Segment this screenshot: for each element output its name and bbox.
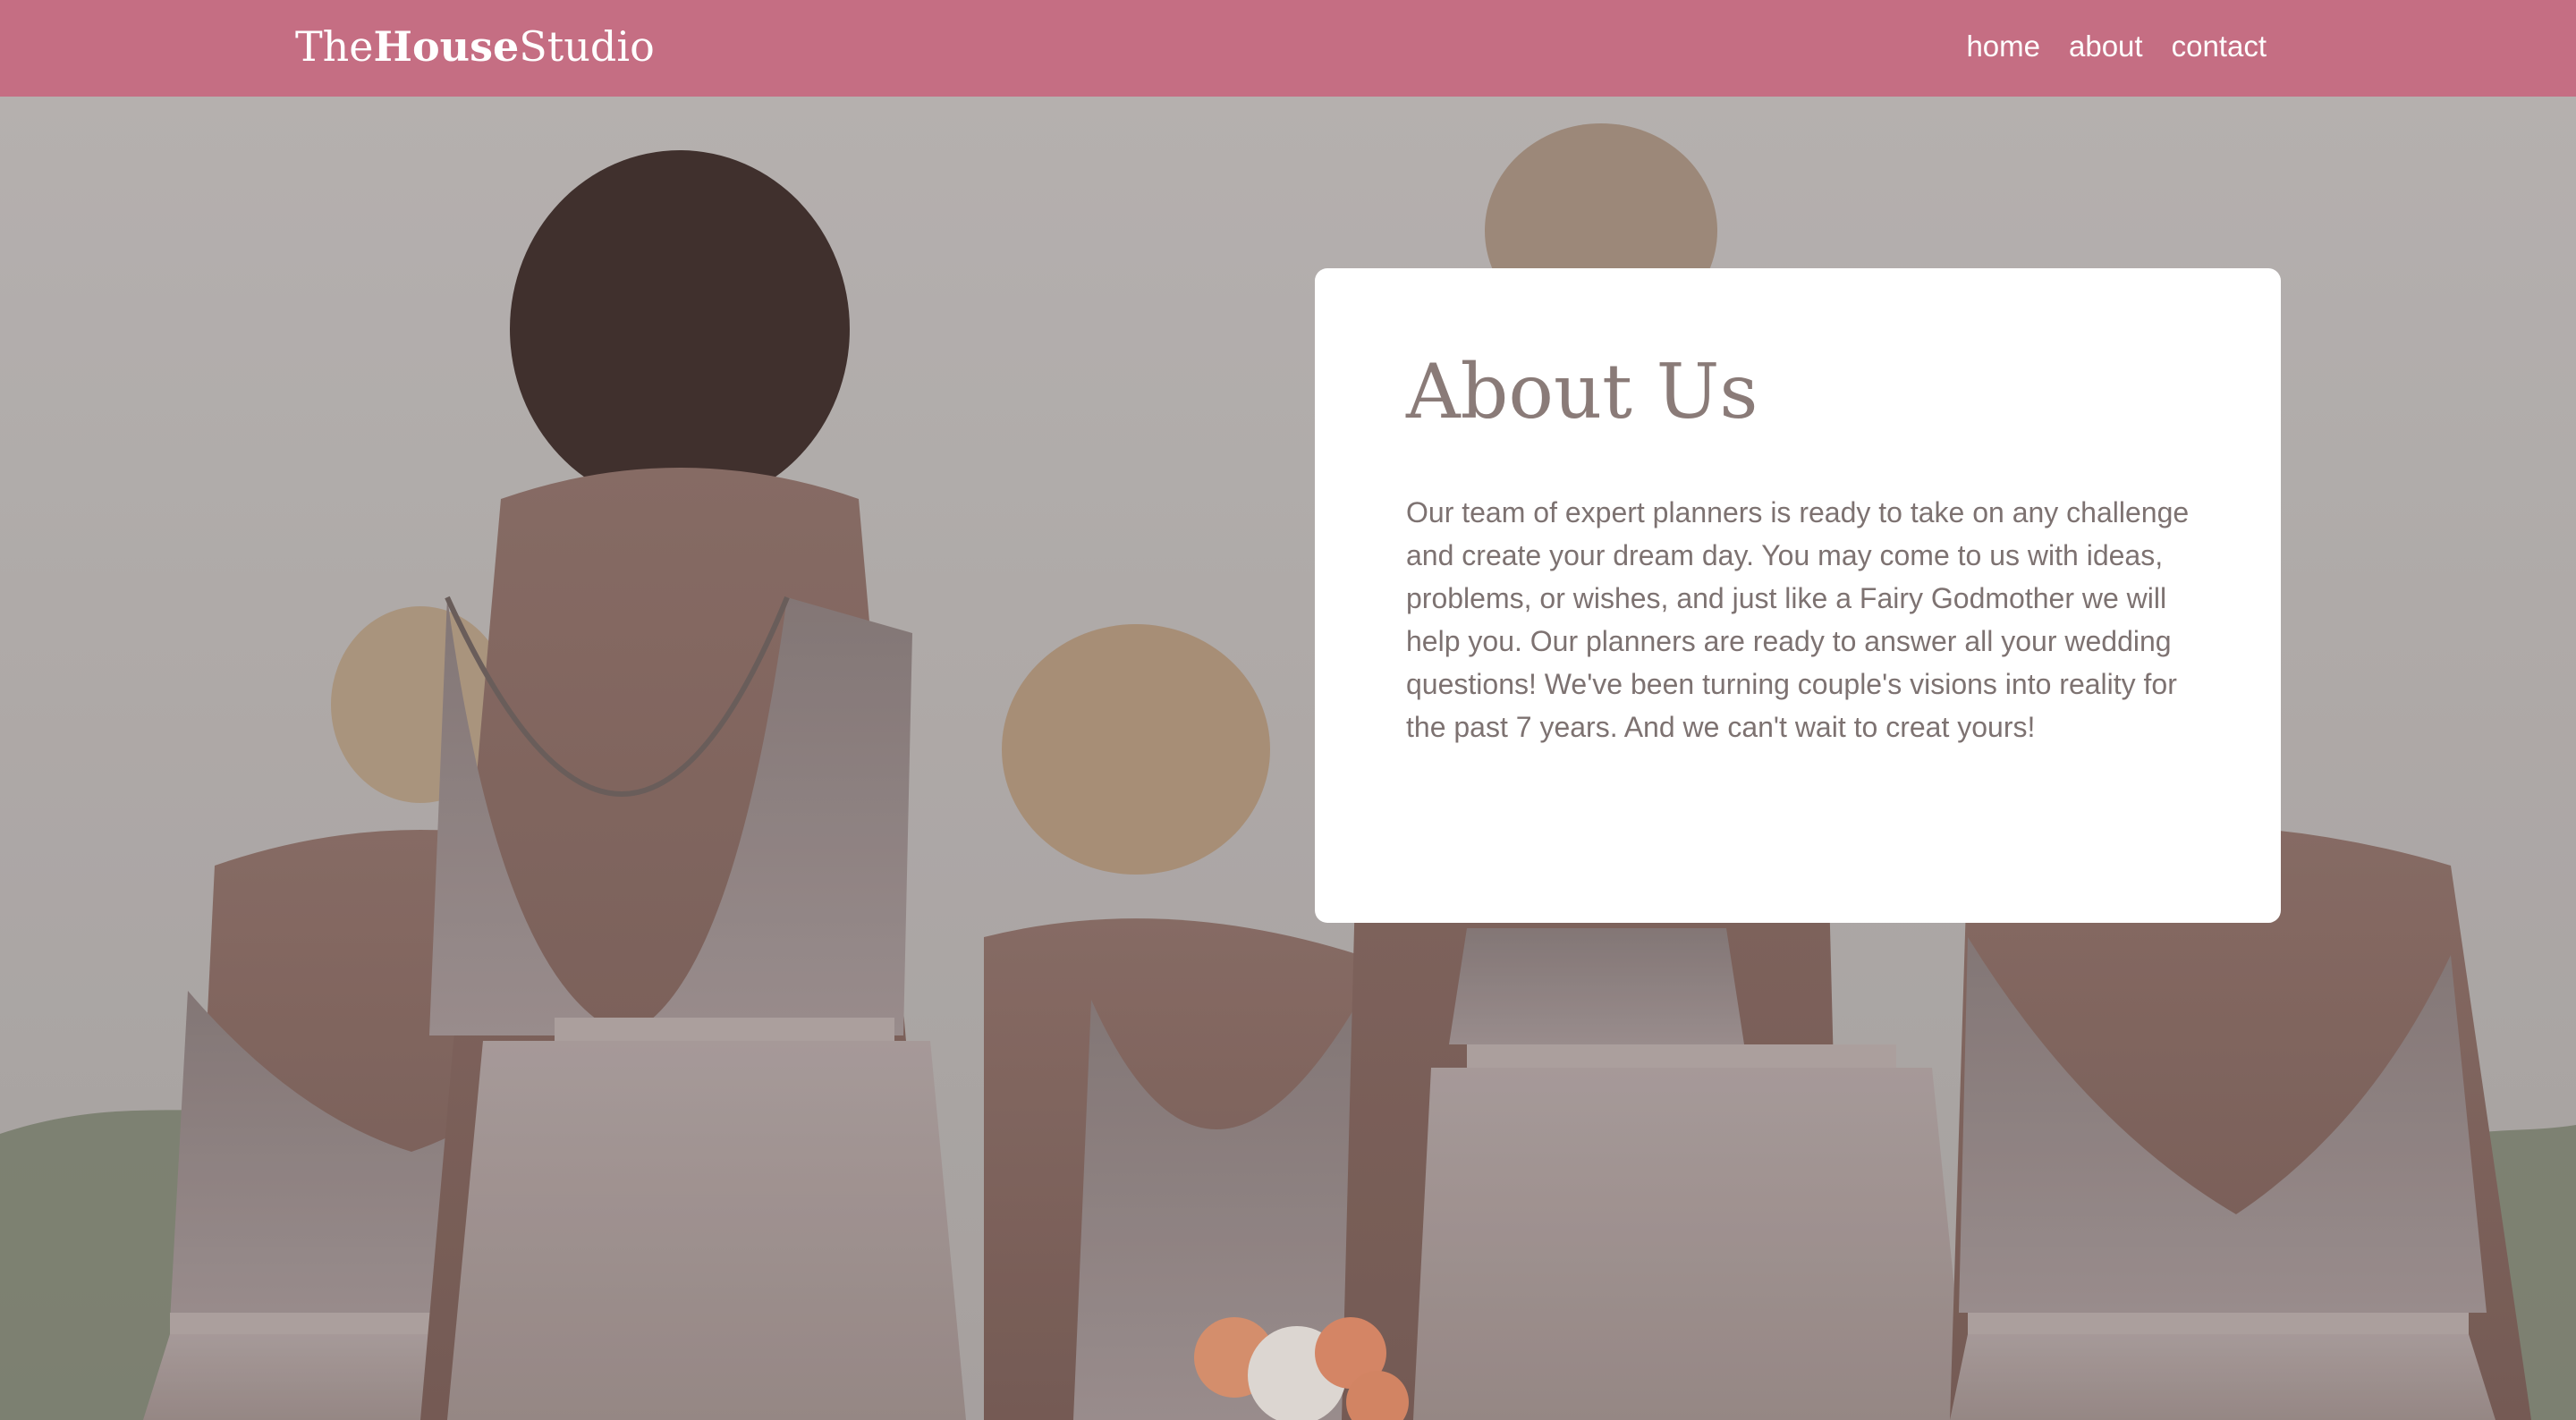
nav-home-link[interactable]: home bbox=[1966, 30, 2040, 63]
page: TheHouseStudio home about contact About … bbox=[0, 0, 2576, 1420]
about-description: Our team of expert planners is ready to … bbox=[1406, 495, 2190, 743]
about-card: About Us Our team of expert planners is … bbox=[1315, 268, 2281, 923]
nav-about-link[interactable]: about bbox=[2069, 30, 2143, 63]
main-nav: home about contact bbox=[1966, 23, 2267, 70]
nav-contact-link[interactable]: contact bbox=[2172, 30, 2267, 63]
logo-prefix: The bbox=[295, 22, 374, 71]
about-title: About Us bbox=[1406, 348, 1758, 435]
logo-suffix: Studio bbox=[519, 22, 655, 71]
site-header: TheHouseStudio home about contact bbox=[0, 0, 2576, 97]
logo-bold: House bbox=[373, 22, 520, 71]
logo[interactable]: TheHouseStudio bbox=[295, 18, 655, 75]
